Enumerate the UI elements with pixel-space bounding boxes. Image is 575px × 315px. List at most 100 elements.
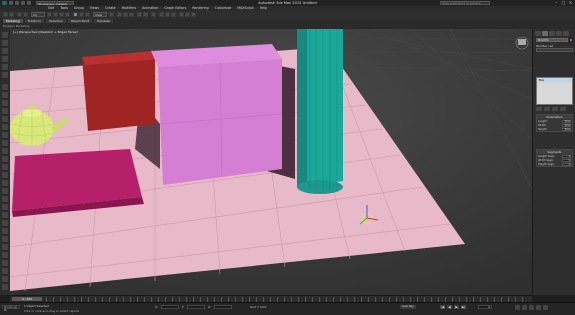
undo-icon[interactable] (3, 12, 8, 17)
goto-end-button[interactable]: ▶| (461, 305, 466, 309)
object-name-field[interactable]: Box001 (536, 38, 568, 42)
highlight-icon[interactable] (2, 276, 8, 282)
invert-filter-icon[interactable] (2, 228, 8, 234)
orbit-icon[interactable] (536, 305, 541, 310)
select-by-name-icon[interactable] (53, 12, 58, 17)
tab-modeling[interactable]: Modeling (3, 19, 23, 23)
collapse-icon[interactable] (2, 252, 8, 258)
selection-filter-dropdown[interactable]: All (31, 12, 45, 17)
rectangle-selection-icon[interactable] (59, 12, 64, 17)
motion-icon[interactable] (2, 56, 8, 62)
lock-icon[interactable] (2, 268, 8, 274)
display-tab-icon[interactable] (563, 31, 569, 36)
containers-filter-icon[interactable] (2, 188, 8, 194)
expand-icon[interactable] (2, 244, 8, 250)
display-icon[interactable] (2, 64, 8, 70)
frozen-filter-icon[interactable] (2, 196, 8, 202)
sort-icon[interactable] (2, 108, 8, 114)
maxscript-listener[interactable]: MAXScript Mi (2, 305, 20, 312)
material-editor-icon[interactable] (171, 12, 176, 17)
settings-icon[interactable] (2, 284, 8, 290)
perspective-viewport[interactable]: [+] [Perspective] [Realistic + Edged Fac… (10, 29, 532, 295)
previous-frame-button[interactable]: ◀ (447, 305, 452, 309)
all-filter-icon[interactable] (2, 212, 8, 218)
stack-item[interactable]: Box (537, 78, 572, 82)
x-coordinate-field[interactable] (160, 305, 179, 309)
modify-tab-icon[interactable] (542, 31, 548, 36)
layer-manager-icon[interactable] (151, 12, 156, 17)
utilities-icon[interactable] (2, 72, 8, 78)
motion-tab-icon[interactable] (556, 31, 562, 36)
tab-freeform[interactable]: Freeform (24, 19, 45, 23)
select-and-scale-icon[interactable] (85, 12, 90, 17)
tab-populate[interactable]: Populate (94, 19, 114, 23)
helpers-filter-icon[interactable] (2, 148, 8, 154)
remove-modifier-icon[interactable] (560, 107, 566, 111)
tab-selection[interactable]: Selection (46, 19, 66, 23)
none-filter-icon[interactable] (2, 220, 8, 226)
rendered-frame-icon[interactable] (185, 12, 190, 17)
schematic-view-icon[interactable] (165, 12, 170, 17)
hierarchy-tab-icon[interactable] (549, 31, 555, 36)
goto-start-button[interactable]: |◀ (440, 305, 445, 309)
show-end-result-icon[interactable] (544, 107, 550, 111)
curve-editor-icon[interactable] (159, 12, 164, 17)
y-coordinate-field[interactable] (187, 305, 206, 309)
find-icon[interactable] (2, 236, 8, 242)
select-and-rotate-icon[interactable] (79, 12, 84, 17)
pin-stack-icon[interactable] (536, 107, 542, 111)
create-icon[interactable] (2, 32, 8, 38)
current-frame-field[interactable]: 0 (478, 305, 492, 309)
angle-snap-icon[interactable] (123, 12, 128, 17)
scene-explorer-icon[interactable] (2, 84, 8, 90)
groups-filter-icon[interactable] (2, 164, 8, 170)
unlink-icon[interactable] (23, 12, 28, 17)
window-crossing-icon[interactable] (65, 12, 70, 17)
filter-icon[interactable] (2, 100, 8, 106)
pan-icon[interactable] (529, 305, 534, 310)
time-slider[interactable]: 0 / 100 (12, 297, 42, 301)
pivot-center-icon[interactable] (109, 12, 114, 17)
height-segs-field[interactable]: 1 (562, 162, 571, 166)
viewport-label[interactable]: [+] [Perspective] [Realistic + Edged Fac… (13, 30, 78, 34)
zoom-icon[interactable] (515, 305, 520, 310)
play-button[interactable]: ▶ (454, 305, 459, 309)
object-color-swatch[interactable] (569, 38, 573, 42)
close-button[interactable]: × (568, 1, 573, 5)
width-segs-field[interactable]: 1 (562, 158, 571, 162)
render-production-icon[interactable] (191, 12, 196, 17)
zoom-all-icon[interactable] (522, 305, 527, 310)
warps-filter-icon[interactable] (2, 156, 8, 162)
pin-icon[interactable] (2, 260, 8, 266)
snap-toggle-icon[interactable] (117, 12, 122, 17)
link-icon[interactable] (17, 12, 22, 17)
xrefs-filter-icon[interactable] (2, 172, 8, 178)
maximize-viewport-icon[interactable] (543, 305, 548, 310)
select-object-icon[interactable] (47, 12, 52, 17)
minimize-button[interactable]: – (554, 1, 559, 5)
z-coordinate-field[interactable] (214, 305, 232, 309)
modifier-stack[interactable]: Box (536, 77, 573, 105)
search-input[interactable]: Type a keyword or phrase (440, 1, 490, 5)
make-unique-icon[interactable] (552, 107, 558, 111)
create-tab-icon[interactable] (535, 31, 541, 36)
hierarchy-icon[interactable] (2, 48, 8, 54)
lights-filter-icon[interactable] (2, 132, 8, 138)
reference-coordinate-dropdown[interactable]: View (93, 12, 107, 17)
mirror-icon[interactable] (137, 12, 142, 17)
modify-icon[interactable] (2, 40, 8, 46)
auto-key-button[interactable]: Auto Key (400, 305, 416, 309)
height-field[interactable]: 40.0 (562, 127, 571, 131)
length-segs-field[interactable]: 1 (562, 154, 571, 158)
hidden-filter-icon[interactable] (2, 204, 8, 210)
render-setup-icon[interactable] (179, 12, 184, 17)
width-field[interactable]: 40.0 (562, 123, 571, 127)
geometry-filter-icon[interactable] (2, 116, 8, 122)
shapes-filter-icon[interactable] (2, 124, 8, 130)
layer-explorer-icon[interactable] (2, 92, 8, 98)
maximize-button[interactable]: □ (561, 1, 566, 5)
modifier-list-dropdown[interactable] (536, 48, 573, 52)
cameras-filter-icon[interactable] (2, 140, 8, 146)
redo-icon[interactable] (9, 12, 14, 17)
percent-snap-icon[interactable] (129, 12, 134, 17)
